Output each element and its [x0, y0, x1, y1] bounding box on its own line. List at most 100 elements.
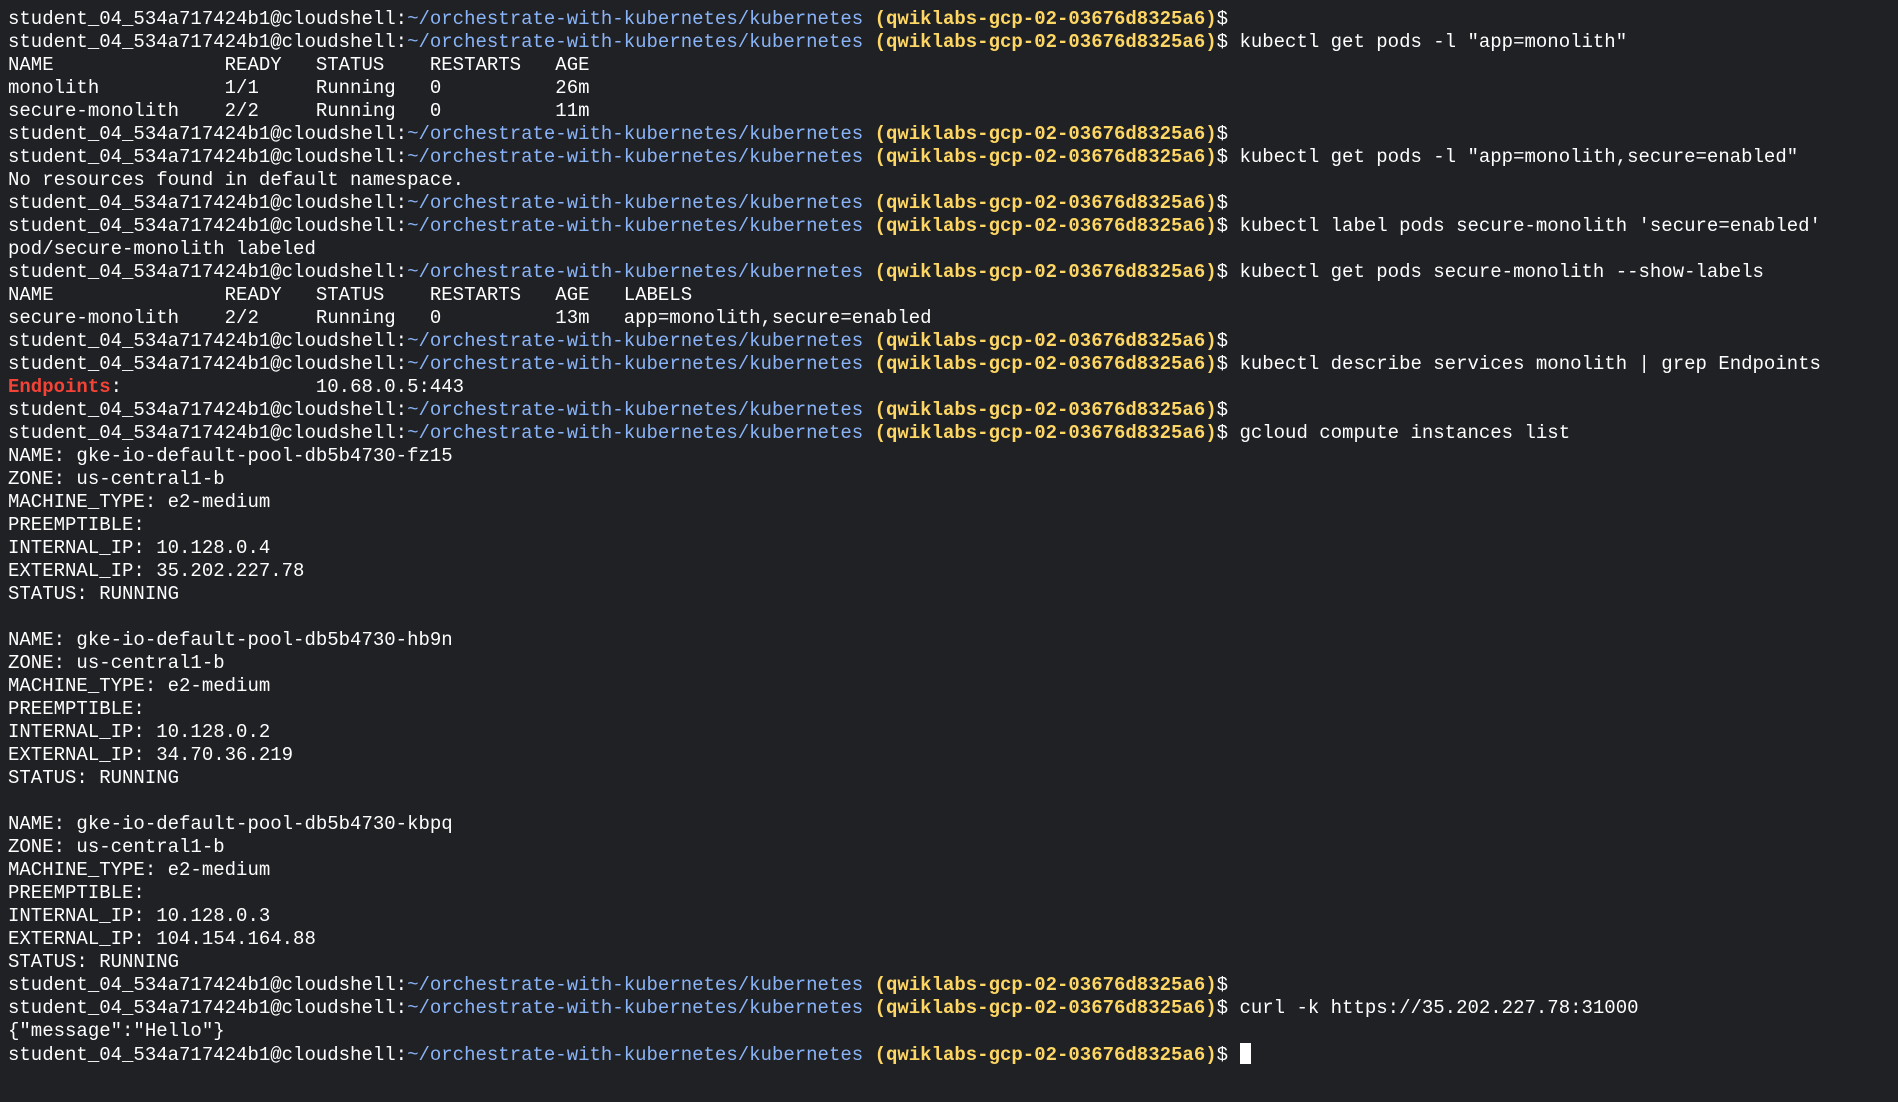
- output-text: ZONE: us-central1-b: [8, 468, 225, 490]
- prompt-user-host: student_04_534a717424b1@cloudshell:: [8, 192, 408, 214]
- prompt-path: ~/orchestrate-with-kubernetes/kubernetes: [407, 422, 864, 444]
- prompt-user-host: student_04_534a717424b1@cloudshell:: [8, 8, 408, 30]
- output-text: NAME: gke-io-default-pool-db5b4730-fz15: [8, 445, 453, 467]
- output-text: EXTERNAL_IP: 35.202.227.78: [8, 560, 305, 582]
- output-text: STATUS: RUNNING: [8, 583, 180, 605]
- output-text: EXTERNAL_IP: 34.70.36.219: [8, 744, 294, 766]
- output-text: MACHINE_TYPE: e2-medium: [8, 859, 271, 881]
- prompt-symbol: $: [1216, 330, 1229, 352]
- output-line: INTERNAL_IP: 10.128.0.3: [8, 905, 1892, 928]
- prompt-project: (qwiklabs-gcp-02-03676d8325a6): [874, 123, 1217, 145]
- output-text: NAME: gke-io-default-pool-db5b4730-kbpq: [8, 813, 453, 835]
- output-line: EXTERNAL_IP: 104.154.164.88: [8, 928, 1892, 951]
- output-line: NAME: gke-io-default-pool-db5b4730-fz15: [8, 445, 1892, 468]
- prompt-path: ~/orchestrate-with-kubernetes/kubernetes: [407, 974, 864, 996]
- output-text: ZONE: us-central1-b: [8, 836, 225, 858]
- command-text: kubectl describe services monolith | gre…: [1239, 353, 1821, 375]
- output-text: PREEMPTIBLE:: [8, 514, 145, 536]
- output-line: secure-monolith 2/2 Running 0 11m: [8, 100, 1892, 123]
- prompt-path: ~/orchestrate-with-kubernetes/kubernetes: [407, 123, 864, 145]
- output-line: NAME READY STATUS RESTARTS AGE LABELS: [8, 284, 1892, 307]
- prompt-symbol: $: [1216, 192, 1229, 214]
- prompt-project: (qwiklabs-gcp-02-03676d8325a6): [874, 399, 1217, 421]
- output-text: EXTERNAL_IP: 104.154.164.88: [8, 928, 316, 950]
- output-line: EXTERNAL_IP: 34.70.36.219: [8, 744, 1892, 767]
- command-text: kubectl get pods -l "app=monolith": [1239, 31, 1628, 53]
- text-cursor[interactable]: [1240, 1043, 1252, 1064]
- prompt-line: student_04_534a717424b1@cloudshell:~/orc…: [8, 192, 1892, 215]
- output-text: INTERNAL_IP: 10.128.0.2: [8, 721, 271, 743]
- prompt-line: student_04_534a717424b1@cloudshell:~/orc…: [8, 399, 1892, 422]
- prompt-user-host: student_04_534a717424b1@cloudshell:: [8, 353, 408, 375]
- prompt-line: student_04_534a717424b1@cloudshell:~/orc…: [8, 330, 1892, 353]
- prompt-path: ~/orchestrate-with-kubernetes/kubernetes: [407, 399, 864, 421]
- output-text: No resources found in default namespace.: [8, 169, 465, 191]
- output-text: MACHINE_TYPE: e2-medium: [8, 675, 271, 697]
- prompt-line: student_04_534a717424b1@cloudshell:~/orc…: [8, 353, 1892, 376]
- prompt-project: (qwiklabs-gcp-02-03676d8325a6): [874, 261, 1217, 283]
- prompt-path: ~/orchestrate-with-kubernetes/kubernetes: [407, 353, 864, 375]
- prompt-symbol: $: [1216, 31, 1229, 53]
- output-text: {"message":"Hello"}: [8, 1020, 225, 1042]
- prompt-line: student_04_534a717424b1@cloudshell:~/orc…: [8, 1043, 1892, 1066]
- command-text: kubectl label pods secure-monolith 'secu…: [1239, 215, 1821, 237]
- prompt-project: (qwiklabs-gcp-02-03676d8325a6): [874, 8, 1217, 30]
- prompt-line: student_04_534a717424b1@cloudshell:~/orc…: [8, 31, 1892, 54]
- output-line: INTERNAL_IP: 10.128.0.2: [8, 721, 1892, 744]
- output-text: PREEMPTIBLE:: [8, 698, 145, 720]
- terminal-output[interactable]: student_04_534a717424b1@cloudshell:~/orc…: [8, 8, 1892, 1098]
- prompt-project: (qwiklabs-gcp-02-03676d8325a6): [874, 422, 1217, 444]
- prompt-path: ~/orchestrate-with-kubernetes/kubernetes: [407, 146, 864, 168]
- output-text: STATUS: RUNNING: [8, 767, 180, 789]
- prompt-symbol: $: [1216, 1044, 1229, 1066]
- prompt-symbol: $: [1216, 422, 1229, 444]
- prompt-path: ~/orchestrate-with-kubernetes/kubernetes: [407, 261, 864, 283]
- prompt-line: student_04_534a717424b1@cloudshell:~/orc…: [8, 974, 1892, 997]
- output-line: PREEMPTIBLE:: [8, 882, 1892, 905]
- prompt-user-host: student_04_534a717424b1@cloudshell:: [8, 330, 408, 352]
- output-text: secure-monolith 2/2 Running 0 11m: [8, 100, 590, 122]
- prompt-line: student_04_534a717424b1@cloudshell:~/orc…: [8, 422, 1892, 445]
- prompt-symbol: $: [1216, 974, 1229, 996]
- prompt-user-host: student_04_534a717424b1@cloudshell:: [8, 1044, 408, 1066]
- prompt-project: (qwiklabs-gcp-02-03676d8325a6): [874, 974, 1217, 996]
- output-text: ZONE: us-central1-b: [8, 652, 225, 674]
- output-text: STATUS: RUNNING: [8, 951, 180, 973]
- output-text: PREEMPTIBLE:: [8, 882, 145, 904]
- output-line: monolith 1/1 Running 0 26m: [8, 77, 1892, 100]
- output-line: INTERNAL_IP: 10.128.0.4: [8, 537, 1892, 560]
- prompt-line: student_04_534a717424b1@cloudshell:~/orc…: [8, 123, 1892, 146]
- prompt-symbol: $: [1216, 123, 1229, 145]
- prompt-project: (qwiklabs-gcp-02-03676d8325a6): [874, 353, 1217, 375]
- command-text: kubectl get pods -l "app=monolith,secure…: [1239, 146, 1799, 168]
- prompt-user-host: student_04_534a717424b1@cloudshell:: [8, 261, 408, 283]
- output-text: INTERNAL_IP: 10.128.0.4: [8, 537, 271, 559]
- command-text: kubectl get pods secure-monolith --show-…: [1239, 261, 1764, 283]
- output-line: PREEMPTIBLE:: [8, 514, 1892, 537]
- output-line: STATUS: RUNNING: [8, 767, 1892, 790]
- prompt-user-host: student_04_534a717424b1@cloudshell:: [8, 31, 408, 53]
- output-line: ZONE: us-central1-b: [8, 468, 1892, 491]
- output-text: NAME READY STATUS RESTARTS AGE LABELS: [8, 284, 693, 306]
- prompt-user-host: student_04_534a717424b1@cloudshell:: [8, 399, 408, 421]
- prompt-user-host: student_04_534a717424b1@cloudshell:: [8, 974, 408, 996]
- prompt-symbol: $: [1216, 215, 1229, 237]
- output-text: NAME: gke-io-default-pool-db5b4730-hb9n: [8, 629, 453, 651]
- prompt-project: (qwiklabs-gcp-02-03676d8325a6): [874, 330, 1217, 352]
- output-line: EXTERNAL_IP: 35.202.227.78: [8, 560, 1892, 583]
- output-line: PREEMPTIBLE:: [8, 698, 1892, 721]
- output-text: MACHINE_TYPE: e2-medium: [8, 491, 271, 513]
- output-text: NAME READY STATUS RESTARTS AGE: [8, 54, 590, 76]
- output-text: monolith 1/1 Running 0 26m: [8, 77, 590, 99]
- prompt-path: ~/orchestrate-with-kubernetes/kubernetes: [407, 192, 864, 214]
- output-line: ZONE: us-central1-b: [8, 652, 1892, 675]
- prompt-symbol: $: [1216, 353, 1229, 375]
- output-line: ZONE: us-central1-b: [8, 836, 1892, 859]
- output-line: pod/secure-monolith labeled: [8, 238, 1892, 261]
- prompt-project: (qwiklabs-gcp-02-03676d8325a6): [874, 997, 1217, 1019]
- output-line: STATUS: RUNNING: [8, 583, 1892, 606]
- output-line: NAME: gke-io-default-pool-db5b4730-kbpq: [8, 813, 1892, 836]
- output-text: : 10.68.0.5:443: [110, 376, 465, 398]
- output-line: MACHINE_TYPE: e2-medium: [8, 491, 1892, 514]
